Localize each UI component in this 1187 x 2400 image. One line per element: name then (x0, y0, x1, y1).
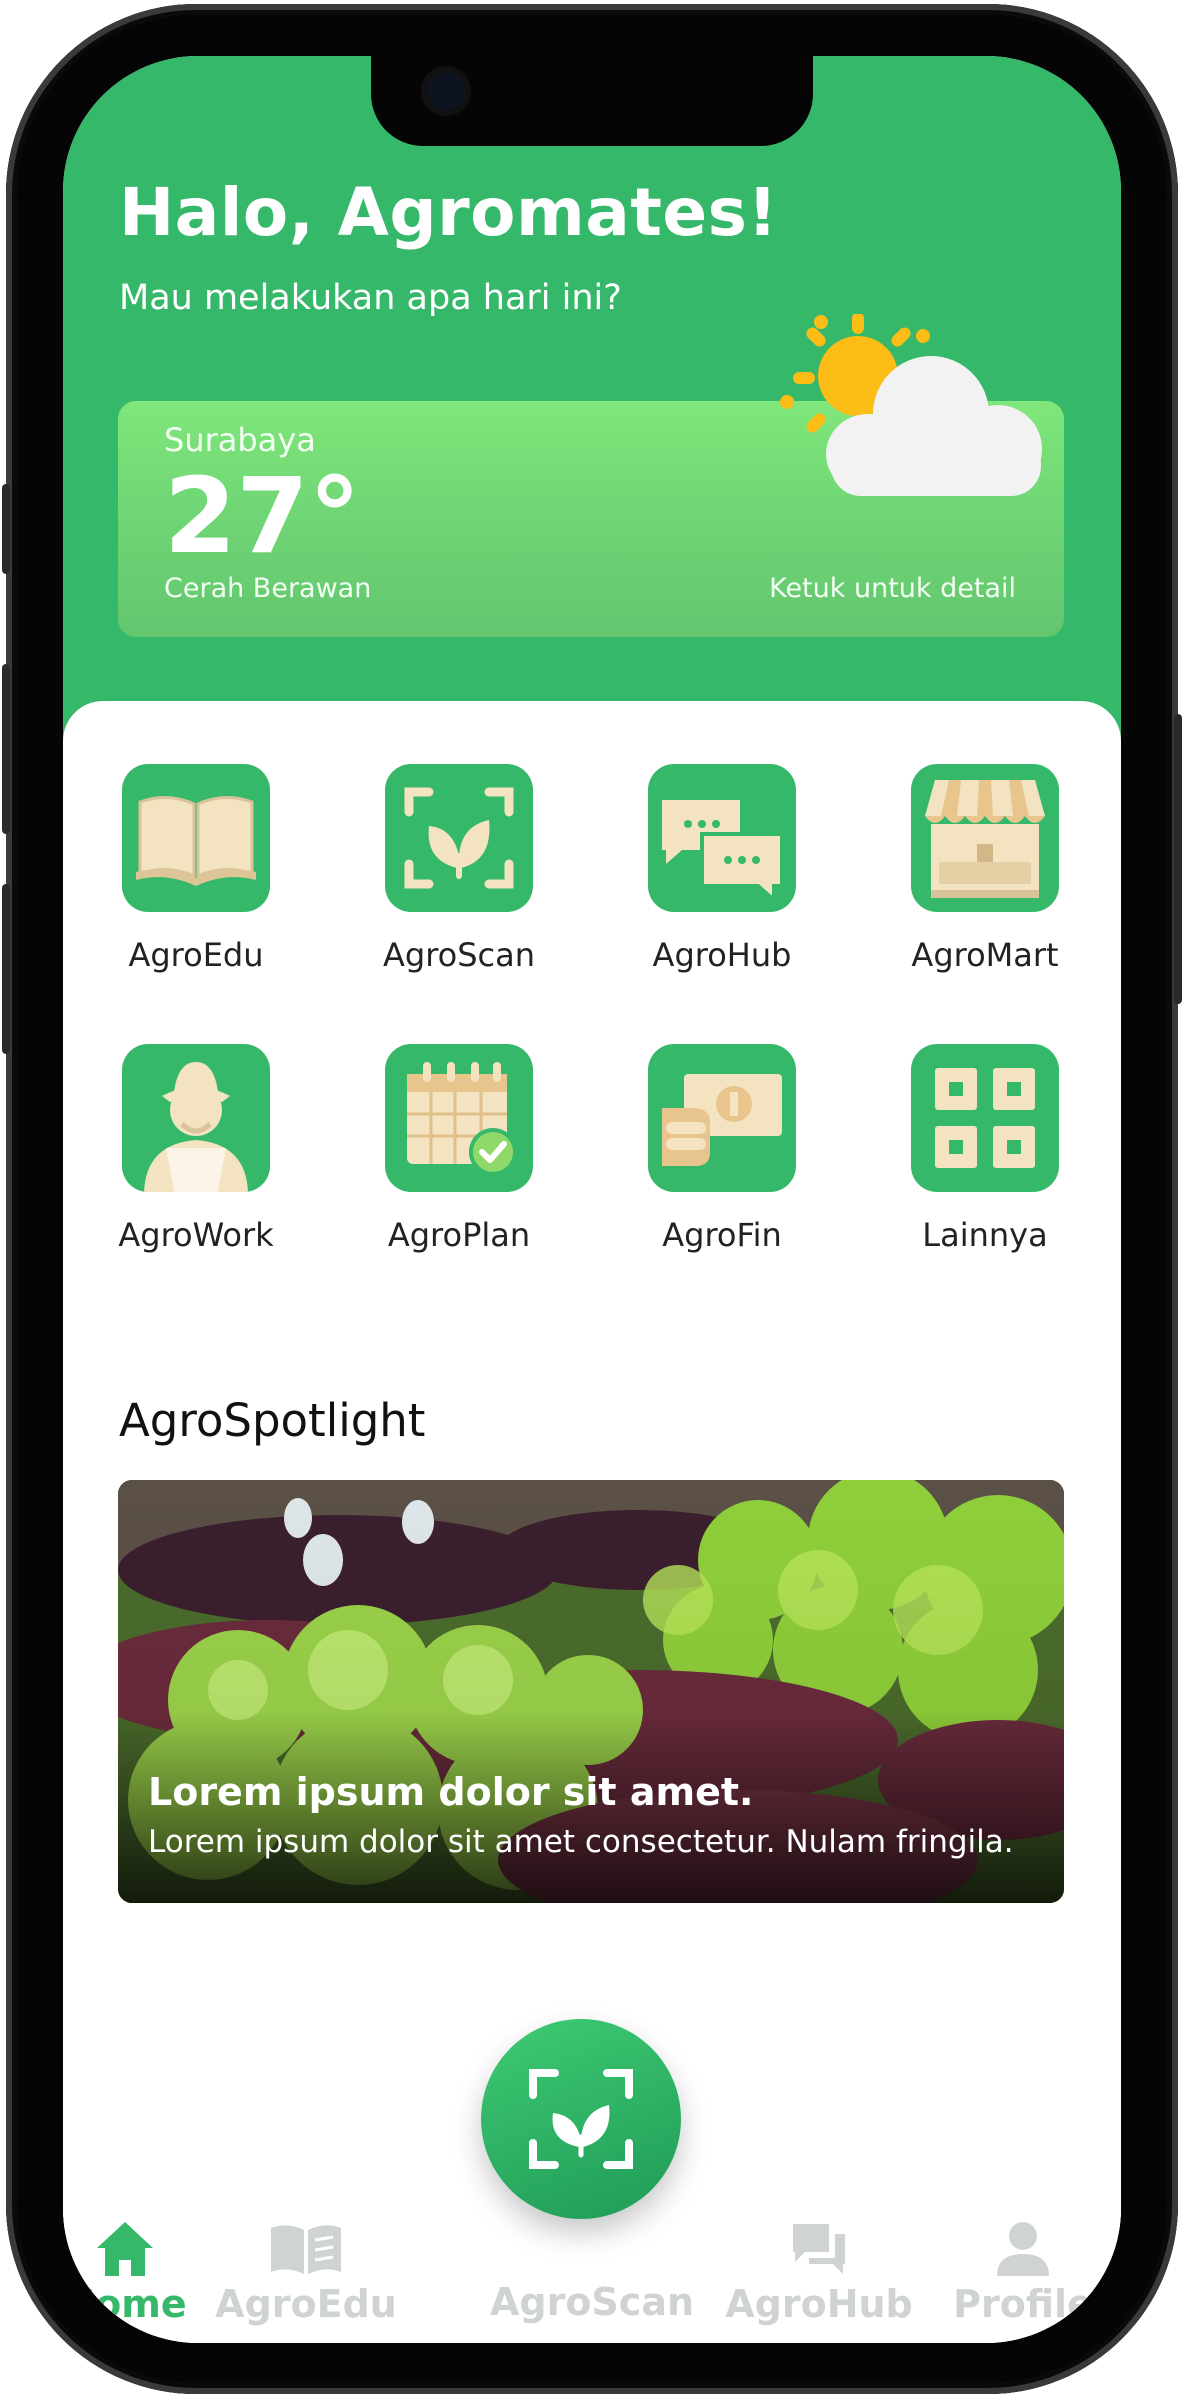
weather-condition: Cerah Berawan (164, 573, 372, 604)
book-open-icon (271, 2225, 341, 2274)
calendar-check-icon (385, 1044, 533, 1192)
volume-down-button (2, 884, 10, 1054)
volume-up-button (2, 664, 10, 834)
nav-label: AgroScan (489, 2280, 695, 2324)
chat-icon (793, 2224, 845, 2274)
menu-item-agrofin[interactable]: AgroFin (622, 1044, 822, 1254)
chat-icon (648, 764, 796, 912)
menu-label: AgroPlan (387, 1216, 531, 1254)
menu-label: AgroWork (118, 1216, 274, 1254)
nav-label: Profile (953, 2282, 1093, 2326)
scan-leaf-icon (529, 2069, 633, 2169)
mute-switch (2, 484, 10, 574)
nav-agroedu[interactable]: AgroEdu (196, 2220, 416, 2326)
book-icon (122, 764, 270, 912)
farmer-icon (122, 1044, 270, 1192)
weather-temperature: 27° (164, 455, 361, 577)
menu-label: AgroFin (662, 1216, 782, 1254)
menu-label: AgroEdu (128, 936, 264, 974)
menu-item-agroedu[interactable]: AgroEdu (96, 764, 296, 974)
store-icon (911, 764, 1059, 912)
grid-icon (911, 1044, 1059, 1192)
scan-fab-button[interactable] (481, 2019, 681, 2219)
power-button (1174, 714, 1182, 1004)
nav-agrohub[interactable]: AgroHub (709, 2220, 929, 2326)
menu-item-agromart[interactable]: AgroMart (885, 764, 1085, 974)
menu-item-agroplan[interactable]: AgroPlan (359, 1044, 559, 1254)
menu-item-agroscan[interactable]: AgroScan (359, 764, 559, 974)
front-camera (421, 66, 471, 116)
menu-label: Lainnya (922, 1216, 1048, 1254)
menu-label: AgroMart (911, 936, 1059, 974)
spotlight-description: Lorem ipsum dolor sit amet consectetur. … (148, 1824, 1014, 1860)
nav-agroscan[interactable]: AgroScan (482, 2280, 702, 2324)
home-icon (97, 2222, 153, 2276)
greeting-subtitle: Mau melakukan apa hari ini? (119, 278, 622, 318)
header-banner: Halo, Agromates! Mau melakukan apa hari … (63, 56, 1121, 776)
nav-profile[interactable]: Profile (913, 2220, 1121, 2326)
menu-item-lainnya[interactable]: Lainnya (885, 1044, 1085, 1254)
scan-leaf-icon (385, 764, 533, 912)
spotlight-section-title: AgroSpotlight (119, 1394, 426, 1447)
menu-label: AgroHub (652, 936, 792, 974)
spotlight-card[interactable]: Lorem ipsum dolor sit amet. Lorem ipsum … (118, 1480, 1064, 1903)
nav-label: AgroEdu (215, 2282, 397, 2326)
money-icon (648, 1044, 796, 1192)
menu-label: AgroScan (382, 936, 536, 974)
user-icon (997, 2222, 1049, 2276)
greeting-title: Halo, Agromates! (119, 174, 779, 251)
app-screen: Halo, Agromates! Mau melakukan apa hari … (63, 56, 1121, 2343)
menu-item-agrohub[interactable]: AgroHub (622, 764, 822, 974)
weather-city: Surabaya (164, 421, 316, 459)
nav-label: AgroHub (725, 2282, 913, 2326)
device-notch (371, 56, 813, 146)
spotlight-headline: Lorem ipsum dolor sit amet. (148, 1770, 754, 1814)
menu-item-agrowork[interactable]: AgroWork (96, 1044, 296, 1254)
weather-tap-hint: Ketuk untuk detail (769, 573, 1016, 604)
partly-cloudy-icon (780, 314, 1042, 496)
